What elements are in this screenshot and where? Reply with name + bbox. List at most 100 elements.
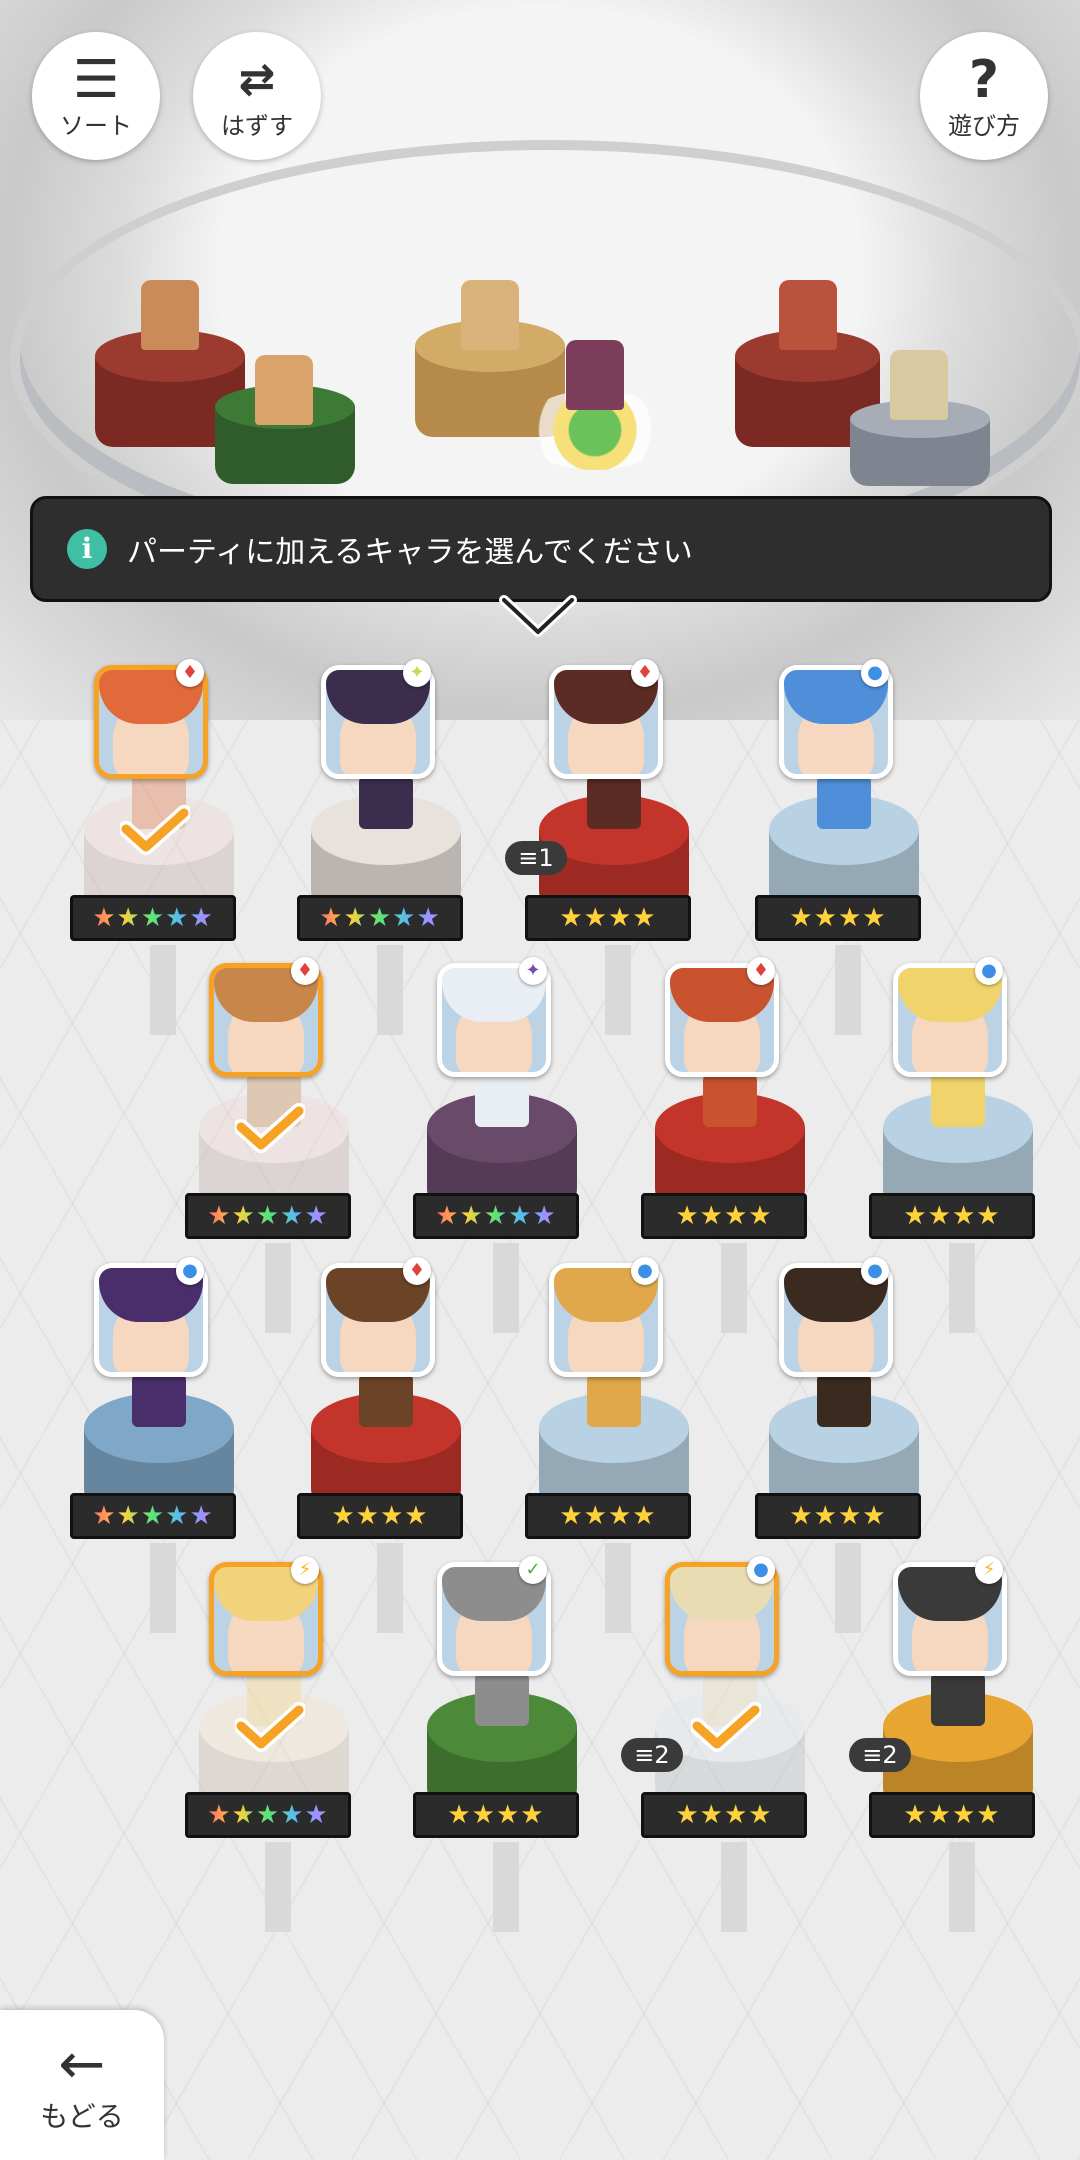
chevron-down-icon[interactable] [498, 594, 578, 640]
arrow-left-icon: ← [58, 2032, 106, 2097]
character-card-c4[interactable]: ● ★★★★ [755, 659, 955, 1035]
sort-icon: ☰ [72, 49, 120, 110]
rarity-stars-text: ★★★★ [675, 1800, 773, 1830]
back-label: もどる [40, 2100, 124, 2133]
character-card-c16[interactable]: ⚡ ≡2 ★★★★ [849, 1556, 1069, 1932]
remove-label: はずす [221, 111, 293, 140]
party-member-sprite [890, 350, 948, 420]
thunder-element-icon: ⚡ [291, 1556, 319, 1584]
remove-member-icon: ⇄ [238, 53, 276, 105]
water-element-icon: ● [861, 659, 889, 687]
rarity-stars: ★★★★ [641, 1792, 807, 1838]
path-stem [949, 1842, 975, 1932]
rarity-stars-text: ★★★★ [559, 903, 657, 933]
character-card-c13[interactable]: ⚡ ★★★★★ [185, 1556, 385, 1932]
duplicate-count-badge: ≡1 [505, 841, 567, 875]
water-element-icon: ● [975, 957, 1003, 985]
question-icon: ? [968, 49, 1000, 110]
light-element-icon: ✦ [403, 659, 431, 687]
character-card-c5[interactable]: ♦ ★★★★★ [185, 957, 385, 1333]
rarity-stars: ★★★★★ [70, 895, 236, 941]
rarity-stars-text: ★★★★ [903, 1201, 1001, 1231]
character-card-c9[interactable]: ● ★★★★★ [70, 1257, 270, 1633]
fire-element-icon: ♦ [291, 957, 319, 985]
rarity-stars-text: ★★★★★ [207, 1201, 329, 1231]
character-card-c8[interactable]: ● ★★★★ [869, 957, 1069, 1333]
help-label: 遊び方 [948, 111, 1020, 140]
wind-element-icon: ✓ [519, 1556, 547, 1584]
party-member-sprite [461, 280, 519, 350]
rarity-stars: ★★★★★ [413, 1193, 579, 1239]
dark-element-icon: ✦ [519, 957, 547, 985]
rarity-stars: ★★★★★ [297, 895, 463, 941]
info-icon: i [67, 529, 107, 569]
thunder-element-icon: ⚡ [975, 1556, 1003, 1584]
rarity-stars: ★★★★ [755, 1493, 921, 1539]
water-element-icon: ● [631, 1257, 659, 1285]
rarity-stars-text: ★★★★ [675, 1201, 773, 1231]
check-icon [120, 805, 190, 855]
back-button[interactable]: ← もどる [0, 2010, 164, 2160]
fire-element-icon: ♦ [176, 659, 204, 687]
water-element-icon: ● [861, 1257, 889, 1285]
water-element-icon: ● [176, 1257, 204, 1285]
remove-button[interactable]: ⇄ はずす [193, 32, 321, 160]
path-stem [721, 1842, 747, 1932]
rarity-stars: ★★★★ [297, 1493, 463, 1539]
party-member-sprite [255, 355, 313, 425]
rarity-stars: ★★★★ [525, 1493, 691, 1539]
character-card-c15[interactable]: ● ≡2 ★★★★ [621, 1556, 841, 1932]
path-stem [493, 1842, 519, 1932]
rarity-stars-text: ★★★★ [789, 1501, 887, 1531]
character-card-c12[interactable]: ● ★★★★ [755, 1257, 955, 1633]
party-slot-5[interactable] [850, 350, 990, 495]
rarity-stars: ★★★★★ [70, 1493, 236, 1539]
party-slot-selected[interactable] [520, 340, 670, 470]
help-button[interactable]: ? 遊び方 [920, 32, 1048, 160]
party-member-sprite [566, 340, 624, 410]
check-icon [235, 1702, 305, 1752]
rarity-stars-text: ★★★★ [447, 1800, 545, 1830]
rarity-stars-text: ★★★★★ [207, 1800, 329, 1830]
party-slot-2[interactable] [215, 355, 355, 495]
rarity-stars-text: ★★★★★ [92, 1501, 214, 1531]
character-card-c3[interactable]: ♦ ≡1 ★★★★ [505, 659, 725, 1035]
instruction-banner: i パーティに加えるキャラを選んでください [30, 496, 1052, 602]
check-icon [235, 1103, 305, 1153]
rarity-stars-text: ★★★★ [331, 1501, 429, 1531]
character-card-c10[interactable]: ♦ ★★★★ [297, 1257, 497, 1633]
rarity-stars: ★★★★ [755, 895, 921, 941]
fire-element-icon: ♦ [403, 1257, 431, 1285]
rarity-stars-text: ★★★★★ [92, 903, 214, 933]
instruction-text: パーティに加えるキャラを選んでください [127, 535, 693, 570]
character-card-c7[interactable]: ♦ ★★★★ [641, 957, 841, 1333]
fire-element-icon: ♦ [747, 957, 775, 985]
rarity-stars-text: ★★★★ [559, 1501, 657, 1531]
character-card-c1[interactable]: ♦ ★★★★★ [70, 659, 270, 1035]
rarity-stars-text: ★★★★ [903, 1800, 1001, 1830]
path-stem [265, 1842, 291, 1932]
sort-button[interactable]: ☰ ソート [32, 32, 160, 160]
check-icon [691, 1702, 761, 1752]
character-card-c6[interactable]: ✦ ★★★★★ [413, 957, 613, 1333]
character-card-c11[interactable]: ● ★★★★ [525, 1257, 725, 1633]
party-member-sprite [779, 280, 837, 350]
rarity-stars: ★★★★ [869, 1792, 1035, 1838]
party-member-sprite [141, 280, 199, 350]
rarity-stars: ★★★★ [869, 1193, 1035, 1239]
rarity-stars: ★★★★ [525, 895, 691, 941]
rarity-stars-text: ★★★★★ [319, 903, 441, 933]
rarity-stars: ★★★★ [641, 1193, 807, 1239]
path-stem [150, 945, 176, 1035]
duplicate-count-badge: ≡2 [621, 1738, 683, 1772]
water-element-icon: ● [747, 1556, 775, 1584]
rarity-stars: ★★★★★ [185, 1193, 351, 1239]
rarity-stars-text: ★★★★★ [435, 1201, 557, 1231]
character-card-c14[interactable]: ✓ ★★★★ [413, 1556, 613, 1932]
sort-label: ソート [60, 111, 132, 140]
path-stem [150, 1543, 176, 1633]
fire-element-icon: ♦ [631, 659, 659, 687]
character-card-c2[interactable]: ✦ ★★★★★ [297, 659, 497, 1035]
rarity-stars-text: ★★★★ [789, 903, 887, 933]
duplicate-count-badge: ≡2 [849, 1738, 911, 1772]
